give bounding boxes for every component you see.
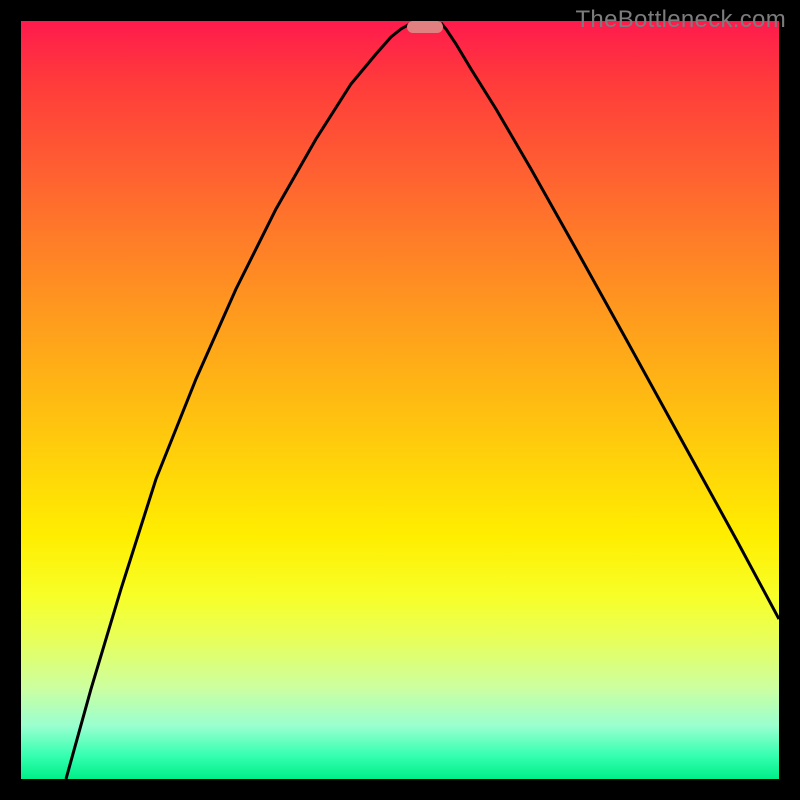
curve-left-branch — [66, 23, 411, 779]
watermark-text: TheBottleneck.com — [575, 6, 786, 34]
bottleneck-curve — [21, 21, 779, 779]
optimal-zone-marker — [407, 21, 443, 33]
chart-frame: TheBottleneck.com — [0, 0, 800, 800]
curve-right-branch — [441, 23, 779, 619]
plot-area — [21, 21, 779, 779]
